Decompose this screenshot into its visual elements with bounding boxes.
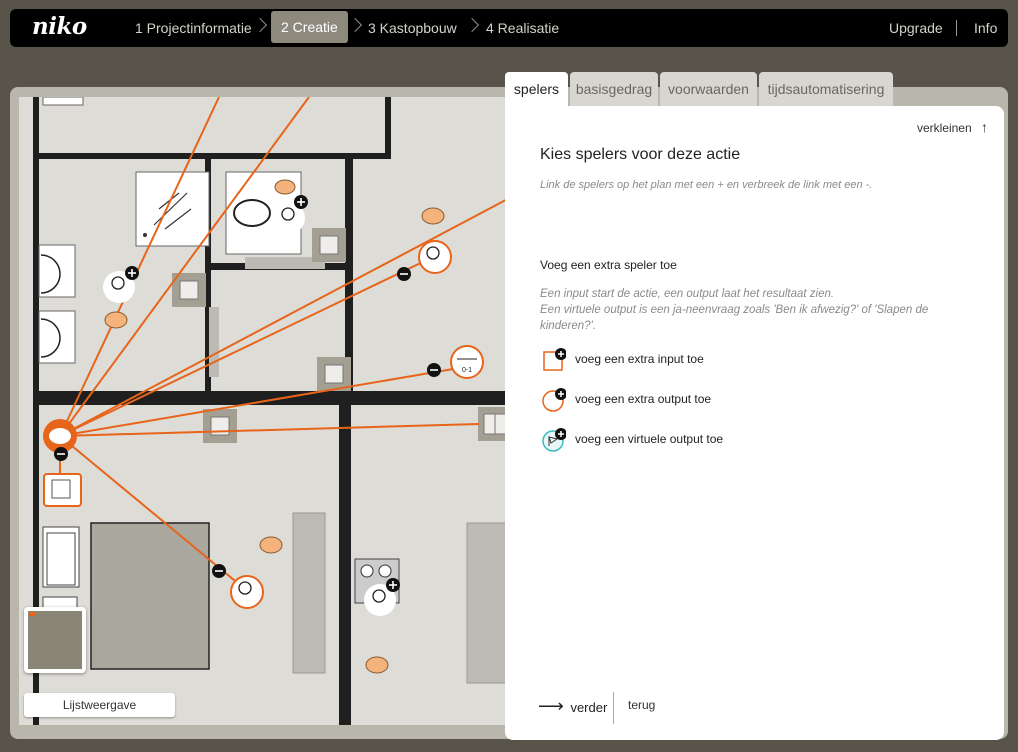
upgrade-link[interactable]: Upgrade	[889, 9, 943, 47]
footer-separator	[613, 692, 614, 724]
collapse-button[interactable]: verkleinen ↑	[917, 119, 988, 135]
help-text-line: Een input start de actie, een output laa…	[540, 288, 835, 300]
minimap[interactable]	[24, 607, 86, 673]
chevron-right-icon	[252, 17, 268, 33]
add-output-icon	[542, 388, 566, 412]
add-actor-heading: Voeg een extra speler toe	[540, 258, 677, 272]
actors-panel: verkleinen ↑ Kies spelers voor deze acti…	[505, 106, 1004, 740]
tab-voorwaarden[interactable]: voorwaarden	[660, 72, 757, 106]
minimap-marker	[29, 612, 35, 616]
tab-basisgedrag[interactable]: basisgedrag	[570, 72, 658, 106]
arrow-right-icon: ⟶	[538, 696, 564, 716]
panel-footer: ⟶ verder terug	[538, 692, 738, 726]
step-creatie[interactable]: 2 Creatie	[271, 11, 348, 43]
step-realisatie[interactable]: 4 Realisatie	[486, 9, 559, 47]
chevron-right-icon	[347, 17, 363, 33]
list-view-button[interactable]: Lijstweergave	[24, 693, 175, 717]
floor-plan-drawing: 0-1	[33, 97, 519, 725]
step-projectinformatie[interactable]: 1 Projectinformatie	[135, 9, 252, 47]
help-text-line: Een virtuele output is een ja-neenvraag …	[540, 304, 929, 332]
add-input-icon	[543, 348, 566, 371]
add-output-label: voeg een extra output toe	[575, 392, 712, 406]
tab-spelers[interactable]: spelers	[505, 72, 568, 110]
add-input-label: voeg een extra input toe	[575, 352, 704, 366]
add-actor-help: Een input start de actie, een output laa…	[540, 286, 960, 334]
back-button[interactable]: terug	[628, 698, 655, 712]
add-virtual-output-icon	[542, 428, 566, 452]
panel-subtitle: Link de spelers op het plan met een + en…	[540, 179, 873, 191]
chevron-right-icon	[464, 17, 480, 33]
next-label: verder	[570, 700, 608, 715]
collapse-label: verkleinen	[916, 121, 972, 135]
panel-title: Kies spelers voor deze actie	[540, 146, 741, 163]
switch-output-label: 0-1	[462, 367, 472, 374]
add-virtual-output-label: voeg een virtuele output toe	[575, 432, 724, 446]
tab-tijdsautomatisering[interactable]: tijdsautomatisering	[759, 72, 893, 106]
arrow-up-icon: ↑	[981, 119, 988, 135]
top-navigation-bar: niko 1 Projectinformatie 2 Creatie 3 Kas…	[10, 9, 1008, 47]
nav-separator	[956, 20, 957, 36]
info-link[interactable]: Info	[974, 9, 997, 47]
step-kastopbouw[interactable]: 3 Kastopbouw	[368, 9, 457, 47]
floor-plan[interactable]: 0-1	[19, 97, 519, 725]
minimap-viewport	[28, 611, 82, 669]
next-button[interactable]: ⟶ verder	[538, 696, 607, 718]
niko-logo: niko	[32, 13, 87, 40]
